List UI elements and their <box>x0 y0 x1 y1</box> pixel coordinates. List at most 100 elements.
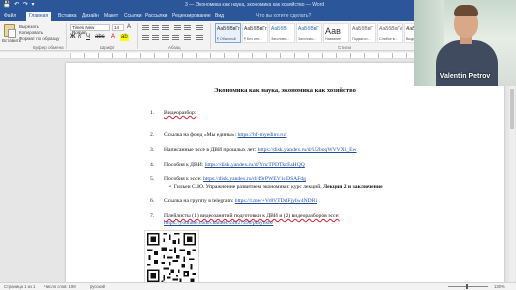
vertical-scrollbar[interactable] <box>509 59 515 282</box>
list-number: 5. <box>150 176 155 182</box>
tab-home[interactable]: Главная <box>26 12 52 21</box>
presenter-name: Valentin Petrov <box>439 73 491 80</box>
font-name-select[interactable]: Times New Roman <box>70 24 110 35</box>
shading-icon[interactable] <box>196 35 203 41</box>
align-center-icon[interactable] <box>152 35 159 41</box>
item-text: Пособия к эссе: <box>164 176 204 182</box>
list-number: 4. <box>150 162 155 168</box>
style-no-spacing[interactable]: АаБбВвГг ¶ Без инт... <box>242 23 268 43</box>
font-color-icon[interactable]: A <box>111 34 115 41</box>
zoom-slider[interactable] <box>448 286 488 287</box>
grow-font-icon[interactable]: A <box>127 24 131 31</box>
list-number: 1. <box>150 110 155 116</box>
group-divider <box>210 23 211 49</box>
paste-icon[interactable] <box>4 24 16 38</box>
scrollbar-thumb[interactable] <box>510 89 514 129</box>
list-item: 6. Ссылка на группу в telegram: https://t… <box>150 198 317 205</box>
item-text: Видеоразбор: <box>164 110 197 116</box>
style-heading-2[interactable]: АаБбВвГ Заголово... <box>296 23 322 43</box>
style-sample: АаБбВвГг <box>379 26 403 32</box>
clipboard-group-label: Буфер обмена <box>33 45 64 50</box>
group-divider <box>66 23 67 49</box>
style-sample: АаБбВвГг <box>217 26 240 32</box>
align-right-icon[interactable] <box>162 35 169 41</box>
tab-insert[interactable]: Вставка <box>58 12 77 21</box>
bullets-icon[interactable] <box>142 25 149 31</box>
bullet-text: Гильеи С.Ю. Упражнение развитием экономи… <box>173 184 324 190</box>
line-spacing-icon[interactable] <box>184 35 191 41</box>
bold-button[interactable]: Ж <box>70 34 75 41</box>
status-bar: Страница 1 из 1 Число слов: 198 русский … <box>0 282 516 290</box>
list-number: 7. <box>150 213 155 219</box>
style-sample: АаБбВвГ <box>352 26 374 32</box>
justify-icon[interactable] <box>172 35 179 41</box>
list-number: 6. <box>150 198 155 204</box>
font-size-select[interactable]: 14 <box>112 24 124 31</box>
list-item-continuation: https://youtube.com/channel/24027290/pla… <box>164 220 273 227</box>
highlight-icon[interactable]: ab <box>120 34 129 41</box>
multilevel-list-icon[interactable] <box>162 25 169 31</box>
tab-references[interactable]: Ссылки <box>124 12 142 21</box>
style-sample: АаБбВ <box>271 26 287 32</box>
playlist-link[interactable]: https://youtube.com/channel/24027290/pla… <box>164 220 273 226</box>
style-heading-1[interactable]: АаБбВ Заголово... <box>269 23 295 43</box>
copy-button[interactable]: Копировать <box>19 30 43 35</box>
zoom-level[interactable]: 130% <box>494 284 505 290</box>
style-name: Подзагол... <box>352 37 371 41</box>
item-link[interactable]: https://disk.yandex.ru/d/49rPWEV1cDSAFdg <box>203 176 306 182</box>
cut-button[interactable]: Вырезать <box>19 24 39 29</box>
style-subtitle[interactable]: АаБбВвГ Подзагол... <box>350 23 376 43</box>
tab-file[interactable]: Файл <box>4 12 16 21</box>
group-divider <box>137 23 138 49</box>
item-link[interactable]: https://disk.yandex.ru/d/U2boqWVVXi_Ew <box>258 147 357 153</box>
paragraph-group-label: Абзац <box>168 45 181 50</box>
style-sample: АаБбВвГг <box>244 26 267 32</box>
word-count[interactable]: Число слов: 198 <box>44 284 76 290</box>
bullet-bold-text: Лекция 2 и заключение <box>323 184 383 190</box>
style-name: ¶ Без инт... <box>244 37 263 41</box>
format-painter-button[interactable]: Формат по образцу <box>19 36 59 41</box>
style-title[interactable]: Аав Название <box>323 23 349 43</box>
item-link[interactable]: https://bf-myedinv.ru/ <box>238 132 287 138</box>
document-page[interactable]: Экономика как наука, экономика как хозяй… <box>66 63 504 290</box>
list-item: 3. Написанные эссе в ДВИ прошлых лет: htt… <box>150 147 357 154</box>
item-link[interactable]: https://t.me/+Vr8VTDdFjyIw4NDRi <box>235 198 317 204</box>
list-item: 7. Плейлисты (1) видеозанятий подготовки … <box>150 213 340 220</box>
list-item: 4. Пособия к ДВИ: https://disk.yandex.ru/… <box>150 162 305 169</box>
document-heading: Экономика как наука, экономика как хозяй… <box>214 87 356 94</box>
style-name: Название <box>325 37 342 41</box>
italic-button[interactable]: К <box>78 34 82 41</box>
style-subtle-emphasis[interactable]: АаБбВвГг Слабое в... <box>377 23 403 43</box>
list-item: 2. Ссылка на фонд «Мы едины»: https://bf-… <box>150 132 286 139</box>
tell-me-search[interactable]: Что вы хотите сделать? <box>256 12 311 20</box>
tab-layout[interactable]: Макет <box>104 12 118 21</box>
style-normal[interactable]: АаБбВвГг ¶ Обычный <box>215 23 241 43</box>
qr-code-image <box>144 230 199 285</box>
tab-design[interactable]: Дизайн <box>82 12 99 21</box>
strikethrough-button[interactable]: abc <box>95 34 105 41</box>
document-title: 3 — Экономика как наука, экономика как х… <box>185 2 325 8</box>
page-count[interactable]: Страница 1 из 1 <box>4 284 35 290</box>
tab-mailings[interactable]: Рассылки <box>145 12 167 21</box>
sort-icon[interactable] <box>196 25 203 31</box>
increase-indent-icon[interactable] <box>184 25 191 31</box>
item-text: Ссылка на группу в telegram: <box>164 198 235 204</box>
style-name: Слабое в... <box>379 37 398 41</box>
list-number: 3. <box>150 147 155 153</box>
align-left-icon[interactable] <box>142 35 149 41</box>
bullet-item: • Гильеи С.Ю. Упражнение развитием эконо… <box>169 184 383 191</box>
underline-button[interactable]: Ч <box>86 34 90 41</box>
style-name: Заголово... <box>271 37 290 41</box>
decrease-indent-icon[interactable] <box>174 25 181 31</box>
tab-review[interactable]: Рецензирование <box>172 12 211 21</box>
style-sample: Аав <box>325 26 341 36</box>
numbering-icon[interactable] <box>152 25 159 31</box>
font-group-label: Шрифт <box>100 45 115 50</box>
item-link[interactable]: https://disk.yandex.ru/d/YncTPDTkrEsHQQ <box>205 162 305 168</box>
quick-access-toolbar[interactable]: 💾 ↶ ↷ ▾ <box>3 1 36 10</box>
tab-view[interactable]: Вид <box>215 12 224 21</box>
style-name: ¶ Обычный <box>217 37 236 41</box>
zoom-slider-thumb[interactable] <box>466 284 468 289</box>
language-indicator[interactable]: русский <box>90 284 105 290</box>
style-sample: АаБбВвГ <box>298 26 320 32</box>
